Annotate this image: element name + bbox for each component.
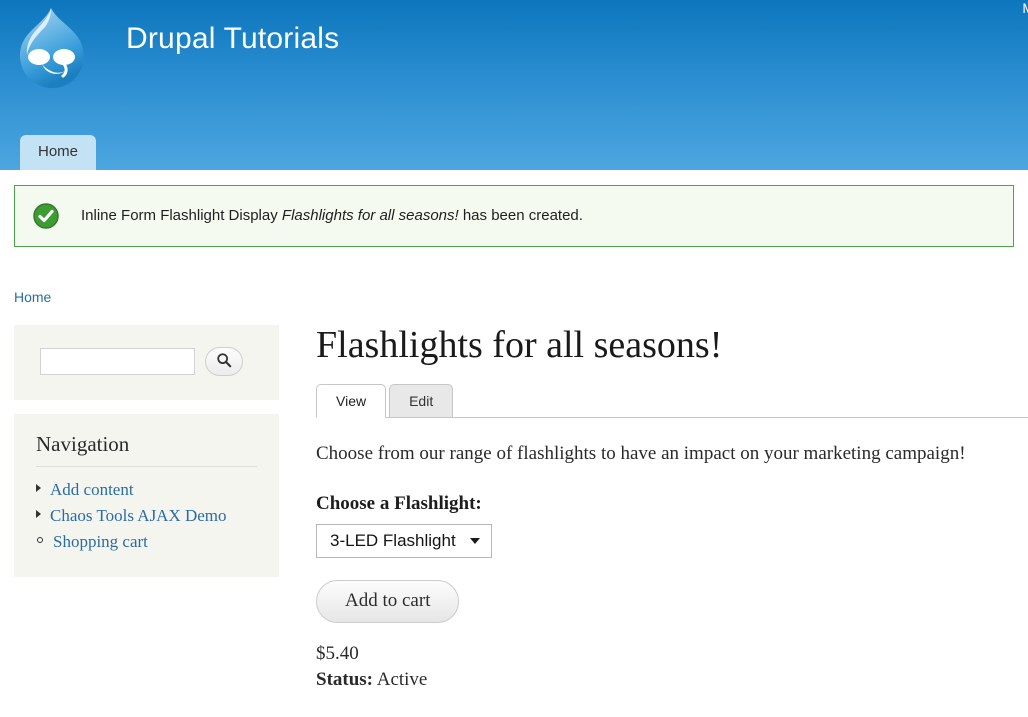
nav-link-chaos-tools-ajax-demo[interactable]: Chaos Tools AJAX Demo: [50, 506, 227, 526]
nav-item-shopping-cart[interactable]: Shopping cart: [36, 529, 257, 555]
navigation-block: Navigation Add content Chaos Tools AJAX …: [14, 414, 279, 577]
nav-item-chaos-tools-ajax-demo[interactable]: Chaos Tools AJAX Demo: [36, 503, 257, 529]
page-title: Flashlights for all seasons!: [316, 324, 723, 366]
product-price: $5.40: [316, 643, 359, 665]
breadcrumb-item-home[interactable]: Home: [14, 289, 51, 305]
tab-view[interactable]: View: [316, 383, 387, 418]
search-submit-button[interactable]: [205, 347, 243, 376]
flashlight-select-label: Choose a Flashlight:: [316, 492, 482, 514]
content-tabs: View Edit: [316, 383, 1028, 418]
breadcrumb: Home: [0, 247, 1028, 305]
success-check-icon: [33, 203, 59, 229]
status-message-prefix: Inline Form Flashlight Display: [81, 207, 278, 225]
drupal-droplet-logo[interactable]: [12, 6, 90, 92]
site-header: Drupal Tutorials M Home: [0, 0, 1028, 170]
arrow-bullet-icon: [36, 484, 41, 492]
flashlight-select-value: 3-LED Flashlight: [330, 530, 456, 550]
nav-link-shopping-cart[interactable]: Shopping cart: [53, 532, 148, 552]
search-block: [14, 325, 279, 400]
product-status-value: Active: [376, 669, 428, 691]
main-content: Flashlights for all seasons! View Edit C…: [279, 324, 1028, 691]
navigation-list: Add content Chaos Tools AJAX Demo Shoppi…: [36, 477, 257, 555]
product-description: Choose from our range of flashlights to …: [316, 442, 966, 464]
status-message-emphasis: Flashlights for all seasons!: [281, 207, 459, 225]
site-title[interactable]: Drupal Tutorials: [126, 22, 339, 56]
search-form: [40, 347, 257, 376]
menu-item-home[interactable]: Home: [20, 135, 97, 170]
nav-link-add-content[interactable]: Add content: [50, 480, 134, 500]
tab-edit[interactable]: Edit: [389, 383, 454, 418]
status-message-region: Inline Form Flashlight Display Flashligh…: [0, 170, 1028, 247]
arrow-bullet-icon: [36, 510, 41, 518]
status-message: Inline Form Flashlight Display Flashligh…: [14, 185, 1014, 247]
main-menu: Home: [20, 135, 97, 170]
flashlight-select[interactable]: 3-LED Flashlight: [316, 523, 492, 558]
add-to-cart-button[interactable]: Add to cart: [316, 579, 460, 624]
search-input[interactable]: [40, 348, 195, 375]
status-message-suffix: has been created.: [462, 207, 583, 225]
product-status-label: Status:: [316, 669, 374, 691]
status-message-text: Inline Form Flashlight Display Flashligh…: [81, 206, 583, 226]
product-status: Status: Active: [316, 669, 1028, 691]
sidebar: Navigation Add content Chaos Tools AJAX …: [14, 325, 279, 591]
search-icon: [216, 352, 232, 371]
navigation-block-title: Navigation: [36, 432, 257, 467]
nav-item-add-content[interactable]: Add content: [36, 477, 257, 503]
user-account-menu[interactable]: M: [1022, 0, 1028, 16]
chevron-down-icon: [469, 537, 480, 544]
page-columns: Navigation Add content Chaos Tools AJAX …: [0, 305, 1028, 691]
circle-bullet-icon: [37, 537, 43, 543]
